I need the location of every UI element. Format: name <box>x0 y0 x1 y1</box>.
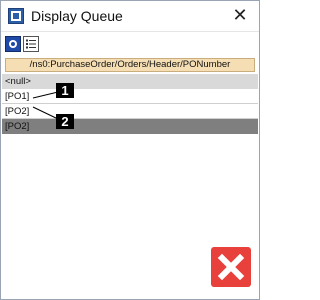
callout-badge-2: 2 <box>56 114 74 129</box>
queue-icon[interactable] <box>5 36 21 52</box>
close-icon[interactable] <box>211 247 251 287</box>
title-bar: Display Queue ✕ <box>1 1 259 31</box>
xpath-header: /ns0:PurchaseOrder/Orders/Header/PONumbe… <box>5 58 255 72</box>
list-item[interactable]: <null> <box>2 74 258 89</box>
close-icon[interactable]: ✕ <box>229 4 251 26</box>
callout-badge-1: 1 <box>56 83 74 98</box>
window-title: Display Queue <box>31 8 123 24</box>
display-queue-window: Display Queue ✕ /ns0:PurchaseOrder/Order… <box>0 0 260 300</box>
list-icon[interactable] <box>23 36 39 52</box>
queue-list: <null> [PO1] [PO2] [PO2] <box>2 74 258 134</box>
app-icon <box>8 8 24 24</box>
toolbar <box>1 31 259 56</box>
